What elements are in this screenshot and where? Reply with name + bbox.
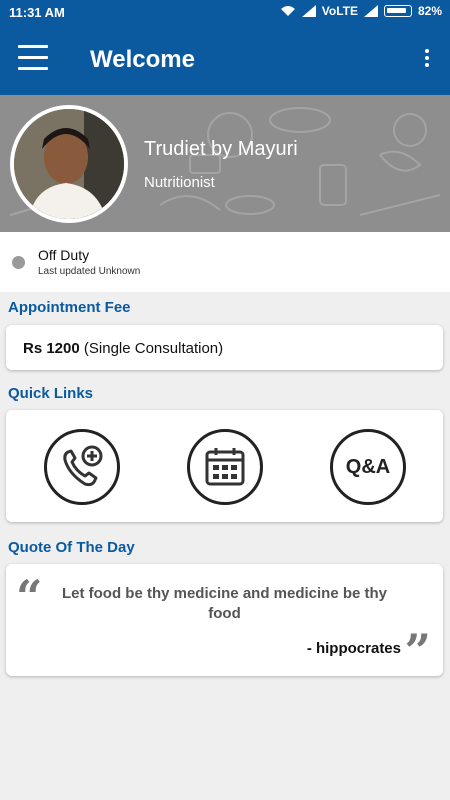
fee-amount: Rs 1200: [23, 340, 80, 357]
fee-text: Rs 1200 (Single Consultation): [23, 340, 223, 357]
network-label: VoLTE: [321, 4, 358, 18]
avatar[interactable]: [10, 105, 128, 223]
status-bar: 11:31 AM VoLTE 82%: [0, 0, 450, 25]
open-quote-icon: “: [16, 570, 43, 624]
fee-description: (Single Consultation): [83, 340, 224, 357]
profile-role: Nutritionist: [144, 174, 215, 191]
phone-add-icon[interactable]: [44, 429, 120, 505]
calendar-icon[interactable]: [187, 429, 263, 505]
wifi-icon: [280, 6, 295, 16]
phone-add-glyph: [63, 445, 103, 487]
page-title: Welcome: [90, 46, 195, 73]
profile-photo: [14, 109, 124, 219]
quote-text: Let food be thy medicine and medicine be…: [61, 585, 388, 622]
more-vertical-icon[interactable]: [422, 49, 432, 71]
signal-icon: [363, 5, 378, 17]
quote-author: - hippocrates: [306, 640, 401, 657]
app-bar: Welcome: [0, 25, 450, 95]
duty-status-section: Off Duty Last updated Unknown: [0, 232, 450, 292]
status-icons: VoLTE 82%: [280, 4, 442, 18]
close-quote-icon: ”: [404, 624, 431, 678]
appointment-fee-card: Rs 1200 (Single Consultation): [6, 325, 443, 370]
qa-label: Q&A: [345, 455, 391, 478]
quick-links-title: Quick Links: [8, 385, 94, 402]
status-indicator-dot: [12, 256, 25, 269]
calendar-glyph: [205, 448, 245, 486]
quote-title: Quote Of The Day: [8, 539, 135, 556]
status-time: 11:31 AM: [9, 5, 65, 20]
profile-name: Trudiet by Mayuri: [144, 138, 298, 160]
duty-last-updated: Last updated Unknown: [38, 266, 141, 277]
appointment-fee-title: Appointment Fee: [8, 299, 131, 316]
profile-banner: Trudiet by Mayuri Nutritionist: [0, 95, 450, 232]
duty-status: Off Duty: [38, 247, 90, 263]
quote-card: “ Let food be thy medicine and medicine …: [6, 564, 443, 678]
quick-links-card: Q&A: [6, 410, 443, 522]
battery-percent: 82%: [417, 4, 442, 18]
qa-icon[interactable]: Q&A: [330, 429, 406, 505]
battery-icon: [383, 5, 412, 17]
signal-icon: [301, 5, 316, 17]
hamburger-menu-icon[interactable]: [18, 45, 50, 75]
